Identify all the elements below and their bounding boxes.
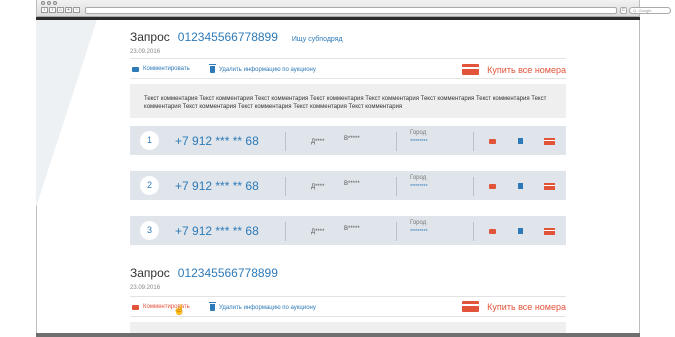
phone-number: +7 912 *** ** 68	[175, 179, 259, 193]
contact-name: В*****	[344, 136, 360, 142]
comment-icon	[132, 66, 139, 72]
delete-info-button[interactable]: Удалить информацию по аукциону	[209, 302, 316, 311]
contact-row: 1 +7 912 *** ** 68 Д**** В***** Город **…	[130, 126, 566, 155]
row-index: 2	[140, 176, 159, 195]
city-label: Город	[410, 175, 427, 181]
row-index: 1	[140, 131, 159, 150]
request-header: Запрос 012345566778899 Ищу субподряд	[130, 30, 343, 44]
contact-row: 3 +7 912 *** ** 68 Д**** В***** Город **…	[130, 216, 566, 245]
separator	[473, 222, 474, 241]
separator	[396, 177, 397, 196]
back-icon[interactable]: ‹	[41, 7, 48, 13]
trash-icon[interactable]	[518, 183, 523, 189]
buy-all-label: Купить все номера	[487, 301, 566, 312]
subcontract-link[interactable]: Ищу субподряд	[292, 36, 343, 43]
search-input[interactable]: Q- Google	[629, 7, 671, 14]
request-block: Запрос 012345566778899 Ищу субподряд 23.…	[130, 20, 566, 260]
separator	[285, 132, 286, 151]
window-bottom-bar	[36, 333, 640, 337]
separator	[396, 222, 397, 241]
contact-row: 2 +7 912 *** ** 68 Д**** В***** Город **…	[130, 171, 566, 200]
delete-info-label: Удалить информацию по аукциону	[219, 304, 316, 311]
comment-icon	[132, 304, 139, 310]
window-controls	[41, 1, 57, 5]
contact-surname: Д****	[311, 139, 325, 145]
separator	[285, 222, 286, 241]
credit-card-icon	[462, 301, 480, 312]
trash-icon	[209, 302, 216, 311]
request-label: Запрос	[130, 30, 170, 44]
buy-all-button[interactable]: Купить все номера	[462, 301, 566, 312]
city-value: *********	[410, 229, 428, 235]
request-date: 23.09.2016	[130, 285, 161, 291]
home-icon[interactable]: ⌂	[57, 7, 64, 13]
credit-card-icon	[462, 64, 480, 75]
request-date: 23.09.2016	[130, 49, 161, 55]
comment-button[interactable]: Комментировать	[132, 66, 190, 72]
contact-surname: Д****	[311, 229, 325, 235]
contact-name: В*****	[344, 226, 360, 232]
comment-button-label: Комментировать	[143, 66, 190, 72]
city-value: *********	[410, 184, 428, 190]
contact-name: В*****	[344, 181, 360, 187]
hand-cursor-icon: ☝	[173, 305, 186, 316]
buy-all-button[interactable]: Купить все номера	[462, 64, 566, 75]
add-tab-icon[interactable]: +	[65, 7, 72, 13]
delete-info-button[interactable]: Удалить информацию по аукциону	[209, 64, 316, 73]
reload-icon[interactable]: c	[620, 7, 627, 14]
trash-icon	[209, 64, 216, 73]
close-window-icon[interactable]	[41, 1, 45, 5]
forward-icon[interactable]: ›	[49, 7, 56, 13]
delete-info-label: Удалить информацию по аукциону	[219, 66, 316, 73]
request-number[interactable]: 012345566778899	[178, 266, 278, 280]
credit-card-icon[interactable]	[544, 138, 555, 145]
buy-all-label: Купить все номера	[487, 64, 566, 75]
separator	[473, 132, 474, 151]
phone-number: +7 912 *** ** 68	[175, 224, 259, 238]
request-label: Запрос	[130, 266, 170, 280]
comment-box: Текст комментария Текст комментария Текс…	[130, 84, 566, 118]
phone-number: +7 912 *** ** 68	[175, 134, 259, 148]
browser-toolbar: ‹ › ⌂ + ▫ c Q- Google	[37, 0, 671, 17]
city-value: *********	[410, 139, 428, 145]
request-header: Запрос 012345566778899	[130, 266, 278, 280]
separator	[473, 177, 474, 196]
request-block: Запрос 012345566778899 23.09.2016 Коммен…	[130, 264, 566, 337]
divider	[130, 58, 566, 59]
comment-text: Текст комментария Текст комментария Текс…	[144, 96, 547, 110]
divider	[130, 78, 566, 79]
nav-buttons: ‹ › ⌂ + ▫	[41, 7, 80, 13]
minimize-window-icon[interactable]	[47, 1, 51, 5]
comment-icon[interactable]	[489, 184, 496, 189]
city-label: Город	[410, 220, 427, 226]
contact-surname: Д****	[311, 184, 325, 190]
row-index: 3	[140, 221, 159, 240]
city-label: Город	[410, 130, 427, 136]
credit-card-icon[interactable]	[544, 228, 555, 235]
zoom-window-icon[interactable]	[53, 1, 57, 5]
comment-icon[interactable]	[489, 229, 496, 234]
separator	[285, 177, 286, 196]
divider	[130, 296, 566, 297]
comment-icon[interactable]	[489, 139, 496, 144]
bookmark-icon[interactable]: ▫	[73, 7, 80, 13]
divider	[130, 316, 566, 317]
credit-card-icon[interactable]	[544, 183, 555, 190]
address-bar[interactable]	[85, 7, 617, 14]
trash-icon[interactable]	[518, 138, 523, 144]
trash-icon[interactable]	[518, 228, 523, 234]
separator	[396, 132, 397, 151]
request-number[interactable]: 012345566778899	[178, 30, 278, 44]
